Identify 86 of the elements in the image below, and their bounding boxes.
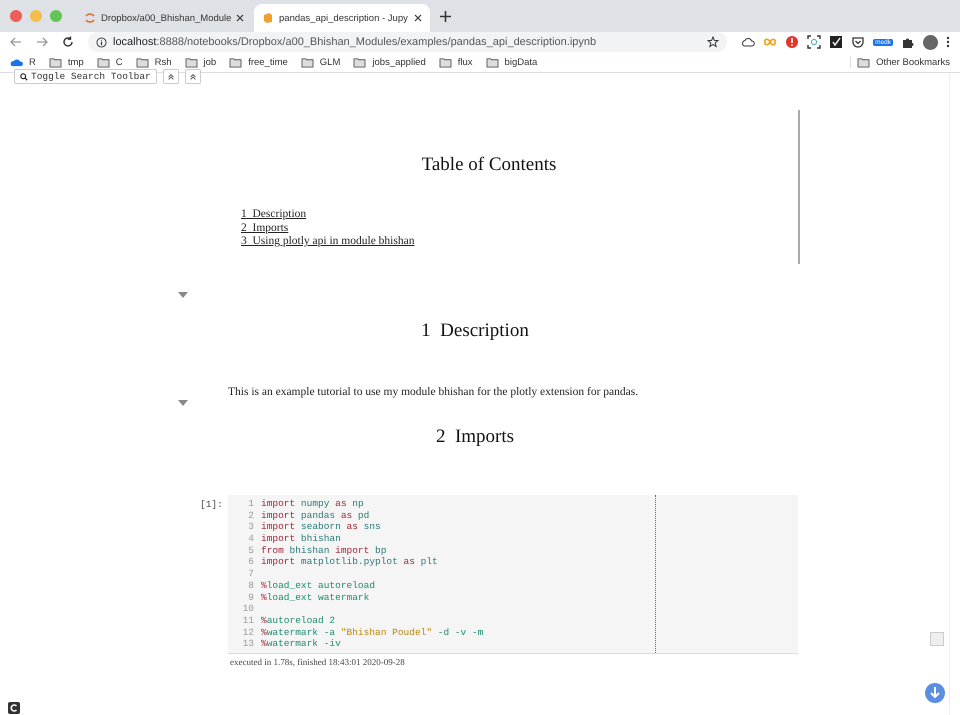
- paragraph: This is an example tutorial to use my module bhishan for the plotly extension for pandas.: [228, 386, 640, 398]
- line-number: 3: [247, 521, 255, 534]
- collapse-button[interactable]: [162, 69, 179, 84]
- pocket-icon[interactable]: [851, 35, 866, 49]
- info-icon[interactable]: [96, 36, 107, 48]
- bookmark[interactable]: C: [96, 56, 123, 68]
- bookmark[interactable]: job: [184, 56, 216, 68]
- avatar[interactable]: [923, 34, 938, 50]
- menu-icon[interactable]: [946, 35, 950, 49]
- line-number: 10: [242, 603, 255, 615]
- bookmark[interactable]: free_time: [229, 56, 288, 68]
- checkmark-icon[interactable]: [829, 35, 844, 49]
- code-line: import matplotlib.pyplot as plt: [261, 556, 438, 568]
- line-number: 12: [242, 626, 255, 638]
- bookmark[interactable]: flux: [438, 56, 473, 68]
- code-line: import pandas as pd: [261, 510, 370, 522]
- bookmark[interactable]: R: [10, 56, 36, 68]
- line-number: 9: [247, 592, 255, 604]
- bookmark[interactable]: GLM: [300, 56, 340, 68]
- bookmark[interactable]: tmp: [48, 56, 84, 68]
- line-number: 5: [247, 544, 255, 556]
- collapse-caret-icon[interactable]: [178, 400, 188, 406]
- code-line: %autoreload 2: [261, 614, 336, 627]
- code-line: %load_ext watermark: [261, 592, 370, 604]
- toc-link[interactable]: 3 Using plotly api in module bhishan: [241, 235, 798, 248]
- code-editor[interactable]: [228, 495, 798, 654]
- back-arrow-icon[interactable]: [10, 36, 22, 48]
- toc-link[interactable]: 1 Description: [241, 208, 798, 222]
- cloud-icon[interactable]: [741, 35, 756, 49]
- code-line: %watermark -iv: [261, 638, 341, 650]
- code-line: import seaborn as sns: [261, 521, 381, 534]
- cloud-icon: [10, 56, 23, 68]
- reload-icon[interactable]: [62, 36, 74, 48]
- minimize-window-dot[interactable]: [30, 10, 42, 22]
- toc-title: Table of Contents: [420, 154, 558, 176]
- code-line: %load_ext autoreload: [261, 580, 376, 592]
- section-heading: 1 Description: [421, 320, 529, 342]
- expand-button[interactable]: [184, 69, 201, 84]
- new-tab-icon[interactable]: [440, 10, 451, 22]
- close-icon[interactable]: [236, 14, 244, 22]
- url-text: localhost:8888/notebooks/Dropbox/a00_Bhishan_Modules/examples/pandas_api_description.ipynb: [113, 36, 598, 48]
- line-number: 13: [242, 638, 255, 650]
- notebook-icon: [262, 12, 274, 24]
- line-number: 2: [247, 510, 255, 522]
- search-icon: [20, 72, 28, 80]
- toc-link[interactable]: 2 Imports: [241, 222, 798, 235]
- folder-icon: [438, 56, 452, 68]
- maximize-window-dot[interactable]: [50, 10, 62, 22]
- star-icon[interactable]: [707, 36, 720, 48]
- double-caret-icon: [188, 72, 197, 80]
- folder-icon: [300, 56, 314, 68]
- folder-icon: [857, 56, 870, 68]
- browser-tab[interactable]: pandas_api_description - Jupy: [254, 4, 430, 32]
- code-line: %watermark -a "Bhishan Poudel" -d -v -m: [261, 626, 484, 638]
- other-bookmarks[interactable]: Other Bookmarks: [850, 56, 950, 68]
- toggle-search-toolbar-button[interactable]: Toggle Search Toolbar: [14, 69, 157, 84]
- code-line: import bhishan: [261, 533, 341, 545]
- close-icon[interactable]: [414, 14, 422, 22]
- bookmark[interactable]: jobs_applied: [353, 56, 426, 68]
- scan-icon[interactable]: [807, 35, 822, 49]
- line-number: 1: [247, 498, 255, 510]
- bookmark[interactable]: Rsh: [136, 56, 172, 68]
- line-number: 6: [247, 556, 255, 568]
- execution-info: executed in 1.78s, finished 18:43:01 2020-09-28: [229, 656, 406, 669]
- folder-icon: [229, 56, 242, 68]
- c-logo-icon[interactable]: [8, 702, 20, 714]
- bookmark[interactable]: bigData: [486, 56, 538, 68]
- folder-icon: [184, 56, 198, 68]
- code-line: import numpy as np: [261, 498, 364, 510]
- browser-tab[interactable]: Dropbox/a00_Bhishan_Module: [76, 4, 252, 32]
- folder-icon: [353, 56, 366, 68]
- line-number: 7: [247, 568, 255, 580]
- line-number: 11: [242, 614, 255, 627]
- folder-icon: [486, 56, 499, 68]
- code-line: from bhishan import bp: [261, 544, 386, 556]
- close-window-dot[interactable]: [10, 10, 22, 22]
- line-number: 8: [247, 580, 255, 592]
- section-heading: 2 Imports: [436, 426, 514, 448]
- collapse-caret-icon[interactable]: [178, 292, 188, 298]
- address-bar[interactable]: localhost:8888/notebooks/Dropbox/a00_Bhishan_Modules/examples/pandas_api_description.ipynb: [88, 32, 728, 52]
- alert-icon[interactable]: [785, 35, 800, 49]
- line-number: 4: [247, 533, 255, 545]
- forward-arrow-icon[interactable]: [36, 36, 48, 48]
- loading-spinner-icon: [84, 12, 96, 24]
- double-caret-icon: [166, 72, 175, 80]
- cell-prompt: [1]:: [200, 498, 224, 512]
